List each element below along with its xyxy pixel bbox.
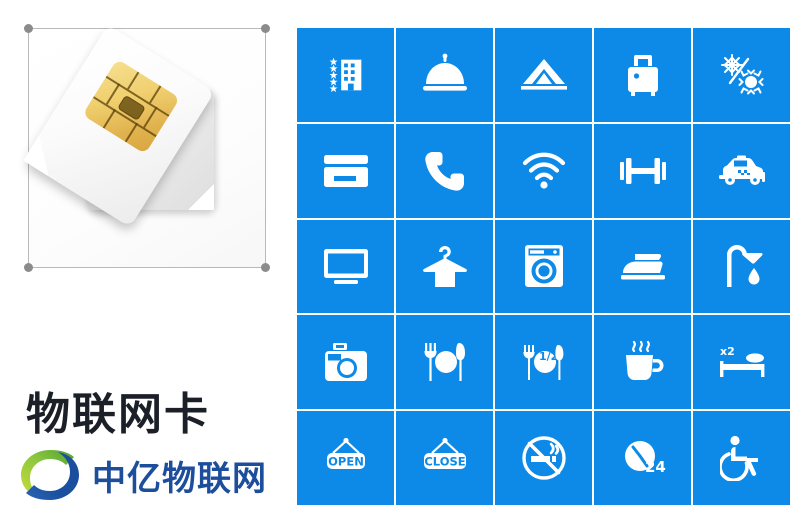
selection-handle-bottom-left[interactable]: [24, 263, 33, 272]
icon-grid: 1/2 x2 OPEN CLOSE 24: [297, 28, 790, 505]
clothes-hanger-icon: [422, 246, 467, 288]
tile-open[interactable]: OPEN: [297, 411, 394, 505]
hotel-star-icon: [329, 57, 361, 93]
tile-television[interactable]: [297, 219, 394, 314]
bed-count-label: x2: [720, 345, 735, 358]
page-title: 物联网卡: [26, 389, 210, 440]
telephone-icon: [424, 151, 464, 191]
selection-handle-top-left[interactable]: [24, 24, 33, 33]
tile-wifi[interactable]: [495, 123, 592, 218]
credit-card-icon: [323, 154, 368, 187]
shower-icon: [726, 245, 763, 288]
wheelchair-icon: [719, 435, 758, 482]
dumbbell-icon: [619, 157, 666, 184]
logo-wordmark: 中亿物联网: [92, 458, 267, 499]
selection-handle-top-right[interactable]: [261, 24, 270, 33]
tile-taxi[interactable]: [693, 123, 790, 218]
double-bed-icon: x2: [719, 345, 764, 378]
tile-camping[interactable]: [495, 28, 592, 122]
tile-wardrobe[interactable]: [396, 219, 493, 314]
open-sign-icon: OPEN: [326, 437, 365, 470]
screenshot-root: 物联网卡 中亿物联网 1/2 x2 OPEN CLOSE 24: [0, 0, 800, 532]
tile-laundry[interactable]: [495, 219, 592, 314]
selection-handle-bottom-right[interactable]: [261, 263, 270, 272]
tile-close[interactable]: CLOSE: [396, 411, 493, 505]
tile-credit-card[interactable]: [297, 123, 394, 218]
tile-24-hours[interactable]: 24h: [594, 411, 691, 505]
logo-center-dot: [45, 470, 55, 480]
tile-half-board[interactable]: 1/2: [495, 315, 592, 410]
tile-no-smoking[interactable]: [495, 411, 592, 505]
taxi-icon: [718, 155, 765, 185]
room-service-bell-icon: [422, 53, 467, 91]
coffee-cup-icon: [625, 341, 663, 381]
wifi-icon: [522, 152, 565, 189]
tile-restaurant[interactable]: [396, 315, 493, 410]
tile-air-conditioning[interactable]: [693, 28, 790, 122]
tile-hotel-star[interactable]: [297, 28, 394, 122]
iron-icon: [620, 254, 665, 280]
half-board-icon: 1/2: [522, 345, 563, 381]
tile-coffee[interactable]: [594, 315, 691, 410]
half-board-numerator: 1/2: [539, 350, 558, 363]
close-sign-icon: CLOSE: [423, 437, 466, 470]
television-icon: [323, 249, 368, 285]
air-conditioning-icon: [720, 53, 763, 95]
tile-luggage[interactable]: [594, 28, 691, 122]
camera-icon: [324, 343, 367, 382]
close-sign-label: CLOSE: [424, 455, 465, 469]
tile-photography[interactable]: [297, 315, 394, 410]
tile-telephone[interactable]: [396, 123, 493, 218]
left-illustration-panel: 物联网卡 中亿物联网: [0, 0, 290, 532]
open-sign-label: OPEN: [328, 455, 364, 469]
tile-room-service[interactable]: [396, 28, 493, 122]
luggage-icon: [627, 54, 658, 96]
washing-machine-icon: [524, 245, 563, 288]
24h-clock-icon: 24h: [624, 441, 667, 476]
tile-accessible[interactable]: [693, 411, 790, 505]
sim-chip-front: [82, 58, 181, 155]
no-smoking-icon: [521, 436, 566, 480]
tile-shower[interactable]: [693, 219, 790, 314]
tile-gym[interactable]: [594, 123, 691, 218]
swirl-logo-icon: [21, 450, 79, 500]
tent-camping-icon: [520, 58, 567, 90]
tile-double-bed[interactable]: x2: [693, 315, 790, 410]
brand-logo: 中亿物联网: [14, 444, 267, 506]
sim-card-illustration: [23, 24, 266, 268]
clock-24h-label: 24h: [645, 458, 667, 476]
restaurant-icon: [423, 343, 465, 382]
tile-ironing[interactable]: [594, 219, 691, 314]
